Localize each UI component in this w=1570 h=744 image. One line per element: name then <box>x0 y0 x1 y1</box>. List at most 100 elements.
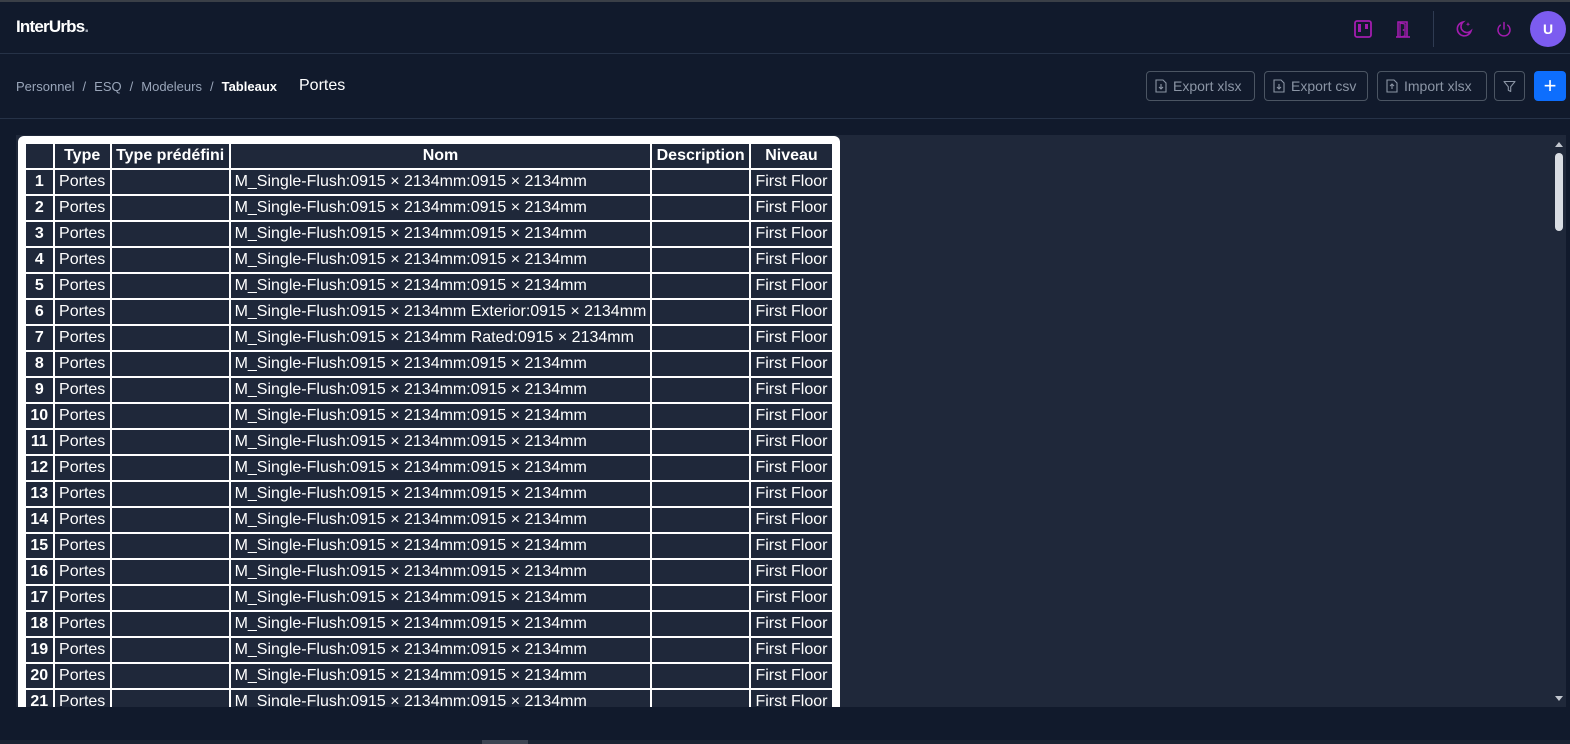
row-index-cell[interactable]: 9 <box>24 376 55 404</box>
table-row[interactable]: 5 Portes M_Single-Flush:0915 × 2134mm:0915… <box>24 272 835 300</box>
nom-cell[interactable]: M_Single-Flush:0915 × 2134mm:0915 × 2134… <box>228 506 653 534</box>
nom-cell[interactable]: M_Single-Flush:0915 × 2134mm:0915 × 2134… <box>228 428 653 456</box>
nom-cell[interactable]: M_Single-Flush:0915 × 2134mm Exterior:09… <box>228 298 653 326</box>
row-index-cell[interactable]: 11 <box>24 428 55 456</box>
avatar[interactable]: U <box>1530 11 1566 47</box>
type-predefini-cell[interactable] <box>109 532 231 560</box>
description-cell[interactable] <box>650 480 751 508</box>
description-cell[interactable] <box>650 532 751 560</box>
type-cell[interactable]: Portes <box>52 428 112 456</box>
type-cell[interactable]: Portes <box>52 610 112 638</box>
nom-cell[interactable]: M_Single-Flush:0915 × 2134mm:0915 × 2134… <box>228 168 653 196</box>
app-logo[interactable]: InterUrbs. <box>16 17 89 37</box>
type-cell[interactable]: Portes <box>52 324 112 352</box>
niveau-cell[interactable]: First Floor <box>748 194 835 222</box>
niveau-cell[interactable]: First Floor <box>748 636 835 664</box>
breadcrumb-item-esq[interactable]: ESQ <box>94 79 121 94</box>
niveau-cell[interactable]: First Floor <box>748 454 835 482</box>
column-header-description[interactable]: Description <box>650 142 751 170</box>
type-cell[interactable]: Portes <box>52 558 112 586</box>
row-index-cell[interactable]: 2 <box>24 194 55 222</box>
type-cell[interactable]: Portes <box>52 246 112 274</box>
nom-cell[interactable]: M_Single-Flush:0915 × 2134mm:0915 × 2134… <box>228 636 653 664</box>
vertical-scrollbar[interactable] <box>1551 135 1566 707</box>
niveau-cell[interactable]: First Floor <box>748 324 835 352</box>
niveau-cell[interactable]: First Floor <box>748 480 835 508</box>
niveau-cell[interactable]: First Floor <box>748 506 835 534</box>
row-index-cell[interactable]: 1 <box>24 168 55 196</box>
row-index-cell[interactable]: 21 <box>24 688 55 707</box>
type-predefini-cell[interactable] <box>109 402 231 430</box>
type-predefini-cell[interactable] <box>109 220 231 248</box>
nom-cell[interactable]: M_Single-Flush:0915 × 2134mm:0915 × 2134… <box>228 558 653 586</box>
table-row[interactable]: 19 Portes M_Single-Flush:0915 × 2134mm:091… <box>24 636 835 664</box>
niveau-cell[interactable]: First Floor <box>748 272 835 300</box>
table-row[interactable]: 9 Portes M_Single-Flush:0915 × 2134mm:0915… <box>24 376 835 404</box>
type-predefini-cell[interactable] <box>109 194 231 222</box>
niveau-cell[interactable]: First Floor <box>748 558 835 586</box>
type-predefini-cell[interactable] <box>109 324 231 352</box>
scrollbar-thumb[interactable] <box>1555 153 1563 231</box>
nom-cell[interactable]: M_Single-Flush:0915 × 2134mm Rated:0915 … <box>228 324 653 352</box>
row-index-cell[interactable]: 20 <box>24 662 55 690</box>
table-row[interactable]: 13 Portes M_Single-Flush:0915 × 2134mm:091… <box>24 480 835 508</box>
filter-button[interactable] <box>1494 71 1525 101</box>
type-predefini-cell[interactable] <box>109 558 231 586</box>
add-button[interactable]: + <box>1534 71 1566 101</box>
row-index-cell[interactable]: 3 <box>24 220 55 248</box>
type-cell[interactable]: Portes <box>52 272 112 300</box>
description-cell[interactable] <box>650 220 751 248</box>
moon-star-icon[interactable] <box>1454 19 1474 39</box>
description-cell[interactable] <box>650 376 751 404</box>
row-index-cell[interactable]: 13 <box>24 480 55 508</box>
row-index-cell[interactable]: 16 <box>24 558 55 586</box>
niveau-cell[interactable]: First Floor <box>748 220 835 248</box>
table-row[interactable]: 16 Portes M_Single-Flush:0915 × 2134mm:091… <box>24 558 835 586</box>
niveau-cell[interactable]: First Floor <box>748 376 835 404</box>
nom-cell[interactable]: M_Single-Flush:0915 × 2134mm:0915 × 2134… <box>228 220 653 248</box>
type-predefini-cell[interactable] <box>109 584 231 612</box>
type-cell[interactable]: Portes <box>52 662 112 690</box>
column-header-nom[interactable]: Nom <box>228 142 653 170</box>
door-icon[interactable] <box>1393 19 1413 39</box>
niveau-cell[interactable]: First Floor <box>748 610 835 638</box>
description-cell[interactable] <box>650 584 751 612</box>
type-predefini-cell[interactable] <box>109 636 231 664</box>
description-cell[interactable] <box>650 688 751 707</box>
row-index-cell[interactable]: 19 <box>24 636 55 664</box>
nom-cell[interactable]: M_Single-Flush:0915 × 2134mm:0915 × 2134… <box>228 532 653 560</box>
table-row[interactable]: 15 Portes M_Single-Flush:0915 × 2134mm:091… <box>24 532 835 560</box>
type-predefini-cell[interactable] <box>109 610 231 638</box>
table-row[interactable]: 14 Portes M_Single-Flush:0915 × 2134mm:091… <box>24 506 835 534</box>
description-cell[interactable] <box>650 324 751 352</box>
type-predefini-cell[interactable] <box>109 298 231 326</box>
table-row[interactable]: 2 Portes M_Single-Flush:0915 × 2134mm:0915… <box>24 194 835 222</box>
type-predefini-cell[interactable] <box>109 454 231 482</box>
nom-cell[interactable]: M_Single-Flush:0915 × 2134mm:0915 × 2134… <box>228 662 653 690</box>
type-predefini-cell[interactable] <box>109 506 231 534</box>
type-cell[interactable]: Portes <box>52 220 112 248</box>
type-cell[interactable]: Portes <box>52 350 112 378</box>
nom-cell[interactable]: M_Single-Flush:0915 × 2134mm:0915 × 2134… <box>228 350 653 378</box>
table-row[interactable]: 4 Portes M_Single-Flush:0915 × 2134mm:0915… <box>24 246 835 274</box>
table-row[interactable]: 1 Portes M_Single-Flush:0915 × 2134mm:0915… <box>24 168 835 196</box>
scroll-down-arrow-icon[interactable] <box>1554 693 1563 703</box>
row-index-cell[interactable]: 17 <box>24 584 55 612</box>
description-cell[interactable] <box>650 350 751 378</box>
description-cell[interactable] <box>650 246 751 274</box>
description-cell[interactable] <box>650 662 751 690</box>
table-row[interactable]: 7 Portes M_Single-Flush:0915 × 2134mm Rate… <box>24 324 835 352</box>
row-index-cell[interactable]: 10 <box>24 402 55 430</box>
niveau-cell[interactable]: First Floor <box>748 246 835 274</box>
breadcrumb-item-personnel[interactable]: Personnel <box>16 79 75 94</box>
nom-cell[interactable]: M_Single-Flush:0915 × 2134mm:0915 × 2134… <box>228 402 653 430</box>
export-xlsx-button[interactable]: Export xlsx <box>1146 71 1255 101</box>
description-cell[interactable] <box>650 272 751 300</box>
row-index-cell[interactable]: 14 <box>24 506 55 534</box>
nom-cell[interactable]: M_Single-Flush:0915 × 2134mm:0915 × 2134… <box>228 376 653 404</box>
type-predefini-cell[interactable] <box>109 688 231 707</box>
export-csv-button[interactable]: Export csv <box>1264 71 1368 101</box>
type-cell[interactable]: Portes <box>52 298 112 326</box>
niveau-cell[interactable]: First Floor <box>748 428 835 456</box>
description-cell[interactable] <box>650 558 751 586</box>
